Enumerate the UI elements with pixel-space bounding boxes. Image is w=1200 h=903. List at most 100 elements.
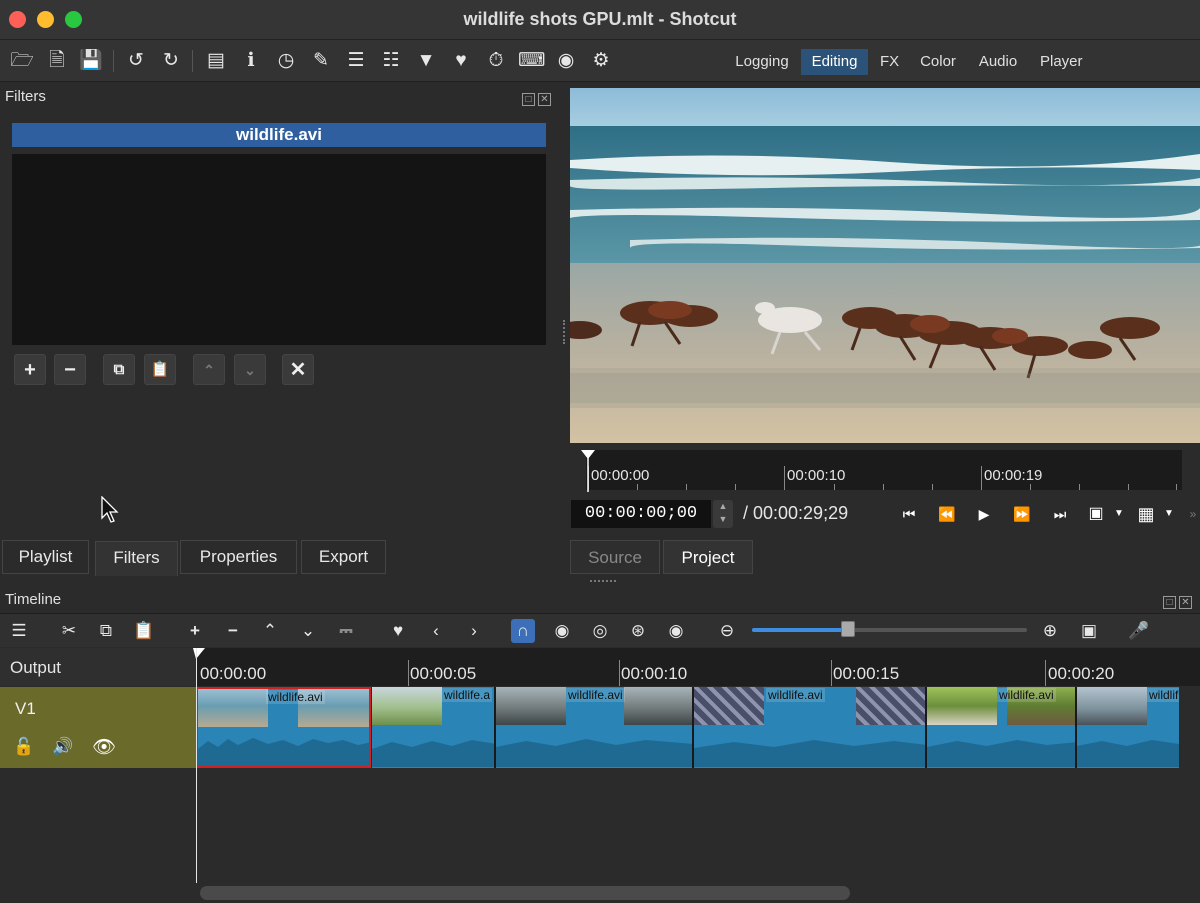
- cut-icon[interactable]: ✂: [57, 619, 81, 643]
- scrub-icon[interactable]: ◉: [550, 619, 574, 643]
- layout-tab-editing[interactable]: Editing: [801, 49, 868, 75]
- notes-icon[interactable]: ✎: [308, 48, 334, 74]
- settings-icon[interactable]: ⚙: [588, 48, 614, 74]
- player-ruler[interactable]: 00:00:00 00:00:10 00:00:19: [586, 450, 1182, 490]
- undo-icon[interactable]: ↺: [123, 48, 149, 74]
- timeline-clip[interactable]: wildlife.avi: [927, 687, 1077, 768]
- move-filter-up-button[interactable]: ⌃: [193, 354, 225, 385]
- rewind-icon[interactable]: ⏪: [936, 503, 958, 525]
- paste-filters-button[interactable]: 📋: [144, 354, 176, 385]
- layout-tab-fx[interactable]: FX: [872, 49, 906, 75]
- timeline-clip[interactable]: wildlife.a: [372, 687, 496, 768]
- deselect-filter-button[interactable]: ✕: [282, 354, 314, 385]
- history-icon[interactable]: ⏱: [483, 48, 509, 74]
- timeline-playhead[interactable]: [196, 648, 197, 883]
- splitter-handle[interactable]: [590, 580, 616, 583]
- more-icon[interactable]: »: [1182, 503, 1200, 525]
- recent-icon[interactable]: ◷: [273, 48, 299, 74]
- add-marker-icon[interactable]: ♥: [386, 619, 410, 643]
- filters-list[interactable]: [12, 154, 546, 345]
- layout-tab-color[interactable]: Color: [911, 49, 965, 75]
- ripple-icon[interactable]: ◎: [588, 619, 612, 643]
- float-icon[interactable]: □: [1163, 596, 1176, 609]
- add-filter-button[interactable]: +: [14, 354, 46, 385]
- zoom-in-icon[interactable]: ⊕: [1038, 619, 1062, 643]
- timeline-playhead-icon[interactable]: [193, 648, 205, 660]
- tab-project[interactable]: Project: [663, 540, 753, 574]
- timecode-spinner[interactable]: ▲ ▼: [713, 500, 733, 528]
- zoom-menu-chevron-icon[interactable]: ▼: [1108, 503, 1130, 525]
- layout-tab-audio[interactable]: Audio: [970, 49, 1026, 75]
- snap-icon[interactable]: ∩: [511, 619, 535, 643]
- split-icon[interactable]: ⎓: [334, 619, 358, 643]
- v1-track-header[interactable]: V1 🔓 🔊 👁: [0, 687, 196, 768]
- skip-to-end-icon[interactable]: ⏭: [1049, 503, 1071, 525]
- tab-properties[interactable]: Properties: [180, 540, 297, 574]
- layout-tab-logging[interactable]: Logging: [726, 49, 798, 75]
- grid-menu-chevron-icon[interactable]: ▼: [1158, 503, 1180, 525]
- ripple-all-icon[interactable]: ⊛: [626, 619, 650, 643]
- open-other-icon[interactable]: 🗎: [44, 48, 70, 74]
- filters-panel-title: Filters: [5, 88, 46, 105]
- timeline-clip[interactable]: wildlif: [1077, 687, 1179, 768]
- playlist-icon[interactable]: ☰: [343, 48, 369, 74]
- close-icon[interactable]: ✕: [538, 93, 551, 106]
- skip-to-start-icon[interactable]: ⏮: [898, 503, 920, 525]
- player-playhead-icon[interactable]: [581, 450, 595, 492]
- export-icon[interactable]: ◉: [553, 48, 579, 74]
- markers-icon[interactable]: ♥: [448, 48, 474, 74]
- track-name[interactable]: V1: [15, 699, 36, 719]
- tab-export[interactable]: Export: [301, 540, 386, 574]
- append-icon[interactable]: +: [183, 619, 207, 643]
- fast-forward-icon[interactable]: ⏩: [1011, 503, 1033, 525]
- play-icon[interactable]: ▶: [973, 503, 995, 525]
- grid-icon[interactable]: ▦: [1135, 503, 1157, 525]
- next-marker-icon[interactable]: ›: [462, 619, 486, 643]
- mute-icon[interactable]: 🔊: [52, 737, 73, 757]
- ripple-markers-icon[interactable]: ◉: [664, 619, 688, 643]
- current-timecode[interactable]: 00:00:00;00: [571, 500, 711, 528]
- peak-meter-icon[interactable]: ▤: [203, 48, 229, 74]
- timeline-icon[interactable]: ☷: [378, 48, 404, 74]
- properties-icon[interactable]: ℹ: [238, 48, 264, 74]
- redo-icon[interactable]: ↻: [158, 48, 184, 74]
- v1-track[interactable]: wildlife.avi wildlife.a wildlife.avi wil…: [196, 687, 1200, 768]
- tab-source[interactable]: Source: [570, 540, 660, 574]
- filters-clip-name: wildlife.avi: [12, 123, 546, 147]
- splitter-handle[interactable]: [563, 320, 567, 344]
- move-filter-down-button[interactable]: ⌄: [234, 354, 266, 385]
- zoom-fit-timeline-icon[interactable]: ▣: [1077, 619, 1101, 643]
- float-icon[interactable]: □: [522, 93, 535, 106]
- previous-marker-icon[interactable]: ‹: [424, 619, 448, 643]
- ripple-delete-icon[interactable]: −: [221, 619, 245, 643]
- timeline-scrollbar-thumb[interactable]: [200, 886, 850, 900]
- overwrite-icon[interactable]: ⌄: [296, 619, 320, 643]
- zoom-out-icon[interactable]: ⊖: [715, 619, 739, 643]
- tab-filters[interactable]: Filters: [95, 541, 178, 576]
- hide-eye-icon[interactable]: 👁: [92, 735, 116, 759]
- video-preview[interactable]: [570, 88, 1200, 443]
- remove-filter-button[interactable]: −: [54, 354, 86, 385]
- lock-icon[interactable]: 🔓: [13, 737, 34, 757]
- timeline-menu-icon[interactable]: ☰: [7, 619, 31, 643]
- paste-icon[interactable]: 📋: [132, 619, 156, 643]
- zoom-fit-icon[interactable]: ▣: [1085, 503, 1107, 525]
- timeline-clip[interactable]: wildlife.avi: [196, 687, 371, 768]
- zoom-slider-handle[interactable]: [841, 621, 855, 637]
- lift-icon[interactable]: ⌃: [258, 619, 282, 643]
- copy-filters-button[interactable]: ⧉: [103, 354, 135, 385]
- timeline-clip[interactable]: wildlife.avi: [694, 687, 927, 768]
- keyframes-icon[interactable]: ⌨: [518, 48, 545, 74]
- player-ruler-label: 00:00:00: [591, 467, 650, 484]
- shotcut-window: wildlife shots GPU.mlt - Shotcut 🗁 🗎 💾 ↺…: [0, 0, 1200, 903]
- save-icon[interactable]: 💾: [78, 48, 104, 74]
- tab-playlist[interactable]: Playlist: [2, 540, 89, 574]
- close-icon[interactable]: ✕: [1179, 596, 1192, 609]
- filters-icon[interactable]: ▼: [413, 48, 439, 74]
- copy-icon[interactable]: ⧉: [94, 619, 118, 643]
- layout-tab-player[interactable]: Player: [1032, 49, 1090, 75]
- record-audio-icon[interactable]: 🎤: [1127, 619, 1151, 643]
- timeline-ruler[interactable]: 00:00:00 00:00:05 00:00:10 00:00:15 00:0…: [196, 648, 1200, 686]
- timeline-clip[interactable]: wildlife.avi: [496, 687, 694, 768]
- open-icon[interactable]: 🗁: [9, 48, 35, 74]
